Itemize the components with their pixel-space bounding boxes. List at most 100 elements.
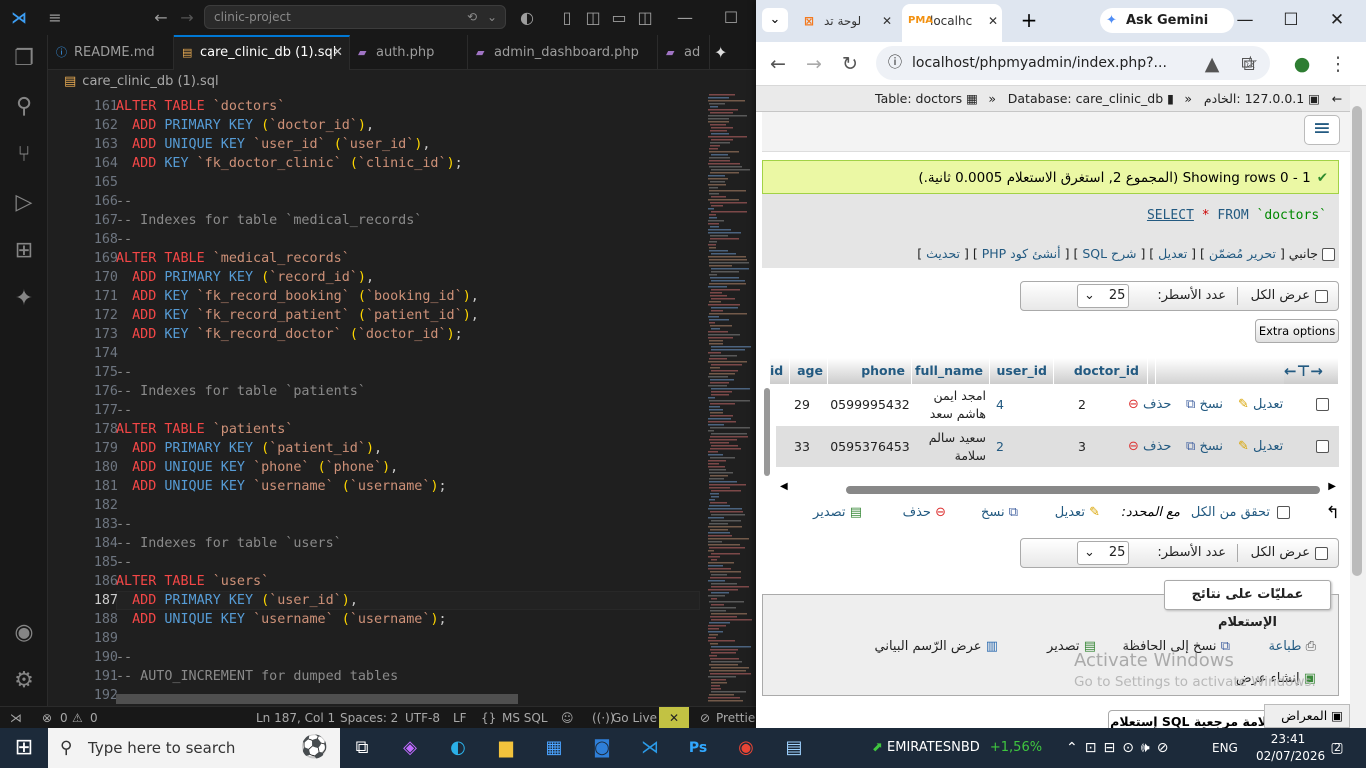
back-arrow-icon[interactable]: ← xyxy=(148,0,174,35)
breadcrumb[interactable]: ▤ care_clinic_db (1).sql xyxy=(64,71,219,93)
cell-full-name[interactable]: سعيد سالم سلامة xyxy=(916,426,986,468)
code-line[interactable]: ADD UNIQUE KEY `phone` (`phone`), xyxy=(116,458,398,477)
cell-phone[interactable]: 0599995432 xyxy=(828,384,912,426)
code-line[interactable]: ALTER TABLE `patients` xyxy=(116,420,293,439)
task-view-icon[interactable]: ⧉ xyxy=(346,732,378,764)
back-arrow-icon[interactable]: ← xyxy=(760,42,796,86)
table-horizontal-scrollbar[interactable]: ◀ ▶ xyxy=(780,481,1340,496)
end-of-line[interactable]: LF xyxy=(453,707,467,729)
indentation[interactable]: Spaces: 2 xyxy=(340,707,398,729)
row-copy-link[interactable]: ⧉ نسخ xyxy=(1186,384,1223,426)
forward-arrow-icon[interactable]: → xyxy=(174,0,200,35)
gemini-icon[interactable]: ✦ xyxy=(714,35,736,70)
explain-sql-link[interactable]: شرح SQL xyxy=(1082,246,1136,261)
copilot-icon[interactable]: ◈ xyxy=(394,732,426,764)
tab-ad-php[interactable]: ▰ ad xyxy=(658,35,710,70)
show-all-checkbox[interactable] xyxy=(1315,290,1328,303)
cell-age[interactable]: 33 xyxy=(790,426,814,468)
column-age[interactable]: age xyxy=(790,358,828,384)
cell-user-id[interactable]: 4 xyxy=(990,384,1010,426)
extra-options-button[interactable]: Extra options xyxy=(1255,319,1339,343)
code-line[interactable]: -- xyxy=(116,230,132,249)
row-checkbox[interactable] xyxy=(1316,398,1329,411)
code-line[interactable]: -- xyxy=(116,401,132,420)
close-icon[interactable]: ✕ xyxy=(882,7,892,35)
pin-icon[interactable]: ✕ xyxy=(659,707,689,729)
code-line[interactable]: -- Indexes for table `medical_records` xyxy=(116,211,422,230)
row-delete-link[interactable]: ⊖ حذف xyxy=(1128,426,1171,468)
layout-custom-icon[interactable]: ◫ xyxy=(632,0,658,35)
code-line[interactable]: -- xyxy=(116,648,132,667)
puzzle-icon[interactable]: ⧉ xyxy=(1230,42,1266,86)
create-php-link[interactable]: أنشئ كود PHP xyxy=(982,246,1061,261)
layout-panel-icon[interactable]: ◫ xyxy=(580,0,606,35)
code-line[interactable]: ADD PRIMARY KEY (`doctor_id`), xyxy=(116,116,374,135)
code-line[interactable]: ADD UNIQUE KEY `user_id` (`user_id`), xyxy=(116,135,430,154)
edit-link[interactable]: تعديل xyxy=(1158,246,1187,261)
warnings-count[interactable]: 0 xyxy=(90,707,98,729)
file-explorer-icon[interactable]: ▆ xyxy=(490,732,522,764)
news-widget-icon[interactable]: ⚽ xyxy=(301,728,328,768)
notification-center[interactable]: ▢ 2 xyxy=(1326,737,1348,759)
code-line[interactable]: -- xyxy=(116,553,132,572)
maximize-icon[interactable]: ☐ xyxy=(718,0,744,35)
close-icon[interactable]: ✕ xyxy=(988,4,998,38)
rows-select[interactable]: ⌄ 25 xyxy=(1077,284,1129,308)
inline-checkbox[interactable] xyxy=(1322,248,1335,261)
check-all-label[interactable]: تحقق من الكل xyxy=(1191,502,1270,524)
minimize-icon[interactable]: — xyxy=(672,0,698,35)
row-copy-link[interactable]: ⧉ نسخ xyxy=(1186,426,1223,468)
table-row[interactable]: ✎ تعديل ⧉ نسخ ⊖ حذف 3 2 سعيد سالم سلامة 0… xyxy=(776,426,1339,468)
row-delete-link[interactable]: ⊖ حذف xyxy=(1128,384,1171,426)
more-menu-icon[interactable]: ⋮ xyxy=(1320,42,1356,86)
minimize-icon[interactable]: — xyxy=(1222,0,1268,40)
column-resize-arrows-icon[interactable]: ←⊤→ xyxy=(1284,358,1339,384)
cell-doctor-id[interactable]: 2 xyxy=(1054,384,1110,426)
account-icon[interactable]: ◉ xyxy=(0,613,48,653)
language-indicator[interactable]: ENG xyxy=(1212,728,1238,768)
row-edit-link[interactable]: ✎ تعديل xyxy=(1238,426,1283,468)
encoding[interactable]: UTF-8 xyxy=(405,707,440,729)
column-doctor-id[interactable]: doctor_id xyxy=(1054,358,1148,384)
site-info-icon[interactable]: ⓘ xyxy=(888,46,902,80)
go-live-button[interactable]: Go Live xyxy=(612,707,657,729)
menu-icon[interactable]: ≡ xyxy=(42,0,68,35)
table-vertical-scrollbar[interactable] xyxy=(764,388,770,476)
bulk-edit-button[interactable]: ✎ تعديل xyxy=(1055,502,1100,524)
code-line[interactable]: ADD PRIMARY KEY (`user_id`), xyxy=(116,591,358,610)
browser-tab-phpmyadmin[interactable]: PMA localhc ✕ xyxy=(902,4,1002,42)
row-edit-link[interactable]: ✎ تعديل xyxy=(1238,384,1283,426)
reload-icon[interactable]: ↻ xyxy=(832,42,868,86)
sql-keyword[interactable]: SELECT xyxy=(1147,208,1194,223)
database-link[interactable]: ▮ Database: care_clinic_db xyxy=(1008,86,1174,112)
table-row[interactable]: ✎ تعديل ⧉ نسخ ⊖ حذف 2 4 امجد ايمن هاشم سع… xyxy=(776,384,1339,426)
cell-doctor-id[interactable]: 3 xyxy=(1054,426,1110,468)
hamburger-menu-icon[interactable]: ≡ xyxy=(1304,115,1340,145)
errors-count[interactable]: 0 xyxy=(60,707,68,729)
scroll-thumb[interactable] xyxy=(846,486,1320,494)
maximize-icon[interactable]: ☐ xyxy=(1268,0,1314,40)
photoshop-icon[interactable]: Ps xyxy=(682,732,714,764)
code-line[interactable]: ALTER TABLE `doctors` xyxy=(116,97,285,116)
prettier-status[interactable]: Prettier xyxy=(716,707,760,729)
code-line[interactable]: ALTER TABLE `users` xyxy=(116,572,269,591)
remote-icon[interactable]: ⋊ xyxy=(10,707,22,729)
code-line[interactable]: ALTER TABLE `medical_records` xyxy=(116,249,350,268)
code-line[interactable]: ADD PRIMARY KEY (`patient_id`), xyxy=(116,439,382,458)
system-tray-icons[interactable]: ⌃⊡⊟⊙🕪⊘ xyxy=(1066,728,1175,768)
bulk-delete-button[interactable]: ⊖ حذف xyxy=(903,502,946,524)
accounts-icon[interactable]: ◐ xyxy=(514,0,540,35)
table-link[interactable]: ▦ Table: doctors xyxy=(875,86,978,112)
vscode-taskbar-icon[interactable]: ⋊ xyxy=(634,732,666,764)
check-all-checkbox[interactable] xyxy=(1277,506,1290,519)
store-icon[interactable]: ▦ xyxy=(538,732,570,764)
extensions-icon[interactable]: ⊞ xyxy=(0,231,48,271)
clock[interactable]: 23:41 02/07/2026 xyxy=(1256,731,1325,765)
command-center-search[interactable]: clinic-project ⟲ ⌄ xyxy=(204,5,506,29)
new-tab-icon[interactable]: + xyxy=(1014,6,1044,34)
layout-sidebar-icon[interactable]: ▯ xyxy=(554,0,580,35)
run-debug-icon[interactable]: ▷ xyxy=(0,183,48,223)
horizontal-scrollbar[interactable] xyxy=(116,694,518,704)
cell-user-id[interactable]: 2 xyxy=(990,426,1010,468)
notepad-icon[interactable]: ▤ xyxy=(778,732,810,764)
